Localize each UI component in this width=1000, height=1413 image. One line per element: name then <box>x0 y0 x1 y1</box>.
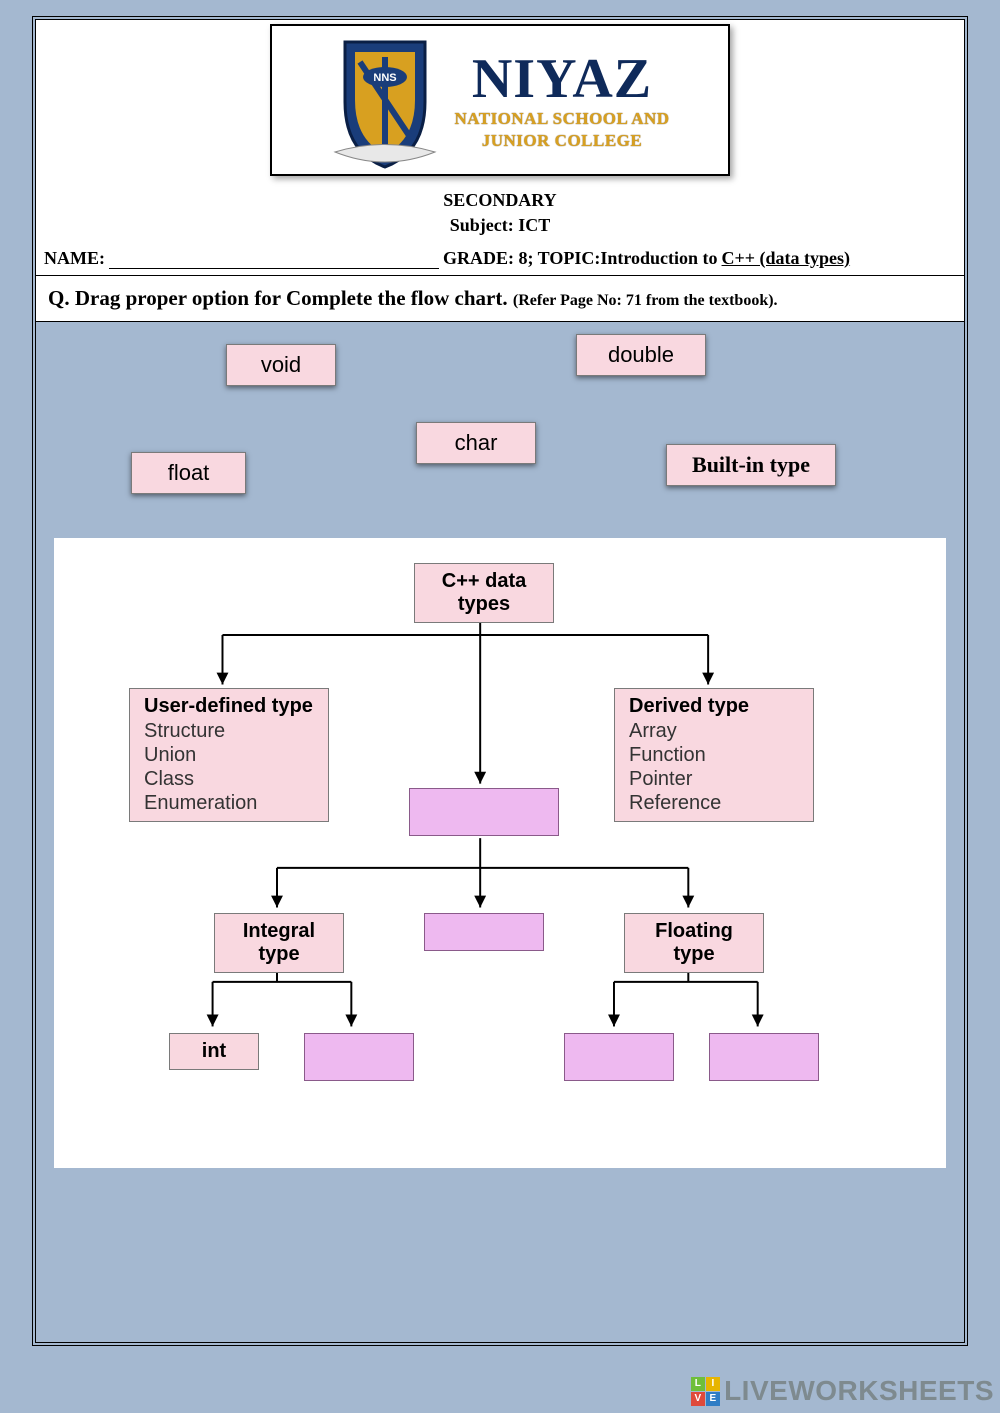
school-logo-box: NNS NIYAZ NATIONAL SCHOOL AND JUNIOR COL… <box>270 24 730 176</box>
node-int: int <box>169 1033 259 1070</box>
school-subtitle-2: JUNIOR COLLEGE <box>454 131 669 151</box>
node-derived: Derived type Array Function Pointer Refe… <box>614 688 814 822</box>
node-floating: Floating type <box>624 913 764 973</box>
drop-target-void[interactable] <box>424 913 544 951</box>
node-integral: Integral type <box>214 913 344 973</box>
school-crest-icon: NNS <box>330 32 440 172</box>
derived-item: Function <box>629 744 799 767</box>
question-main: Q. Drag proper option for Complete the f… <box>48 286 508 310</box>
liveworksheets-brand: LI VE LIVEWORKSHEETS <box>691 1375 994 1407</box>
node-root: C++ data types <box>414 563 554 623</box>
drop-target-double[interactable] <box>709 1033 819 1081</box>
drag-option-char[interactable]: char <box>416 422 536 464</box>
subject-label: Subject: ICT <box>44 215 956 236</box>
page-frame: NNS NIYAZ NATIONAL SCHOOL AND JUNIOR COL… <box>32 16 968 1346</box>
drag-option-void[interactable]: void <box>226 344 336 386</box>
drag-option-float[interactable]: float <box>131 452 246 494</box>
drop-target-char[interactable] <box>304 1033 414 1081</box>
drag-option-double[interactable]: double <box>576 334 706 376</box>
drag-option-builtin[interactable]: Built-in type <box>666 444 836 486</box>
brand-text: LIVEWORKSHEETS <box>724 1375 994 1407</box>
question-text: Q. Drag proper option for Complete the f… <box>36 276 964 322</box>
name-input-line[interactable] <box>109 251 439 269</box>
level-label: SECONDARY <box>44 190 956 211</box>
brand-pill-icon: LI VE <box>691 1377 720 1406</box>
drop-target-float[interactable] <box>564 1033 674 1081</box>
derived-item: Array <box>629 720 799 743</box>
node-user-defined: User-defined type Structure Union Class … <box>129 688 329 822</box>
svg-text:NNS: NNS <box>374 72 397 84</box>
school-name: NIYAZ <box>454 53 669 106</box>
node-derived-title: Derived type <box>629 695 799 718</box>
grade-topic-prefix: GRADE: 8; TOPIC:Introduction to <box>443 248 718 269</box>
node-user-defined-title: User-defined type <box>144 695 314 718</box>
flowchart-diagram: C++ data types User-defined type Structu… <box>54 538 946 1168</box>
grade-topic-topic: C++ (data types) <box>722 248 851 269</box>
name-label: NAME: <box>44 248 105 269</box>
drag-options-area: void double char float Built-in type <box>36 322 964 538</box>
school-subtitle-1: NATIONAL SCHOOL AND <box>454 109 669 129</box>
derived-item: Reference <box>629 792 799 815</box>
user-defined-item: Union <box>144 744 314 767</box>
worksheet-header: NNS NIYAZ NATIONAL SCHOOL AND JUNIOR COL… <box>36 20 964 276</box>
question-hint: (Refer Page No: 71 from the textbook). <box>513 292 778 309</box>
user-defined-item: Class <box>144 768 314 791</box>
user-defined-item: Structure <box>144 720 314 743</box>
derived-item: Pointer <box>629 768 799 791</box>
drop-target-builtin[interactable] <box>409 788 559 836</box>
user-defined-item: Enumeration <box>144 792 314 815</box>
